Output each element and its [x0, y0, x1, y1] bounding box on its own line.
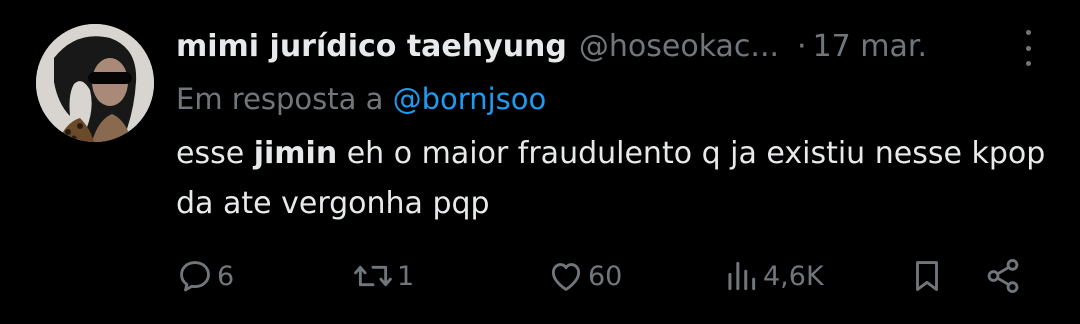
retweet-button[interactable]: 1	[352, 256, 414, 296]
reply-count: 6	[217, 260, 235, 292]
tweet-text-bold: jimin	[253, 136, 338, 171]
like-count: 60	[588, 260, 623, 292]
separator: ·	[797, 28, 807, 64]
like-icon	[551, 263, 581, 291]
views-button[interactable]: 4,6K	[722, 256, 824, 296]
tweet-date[interactable]: 17 mar.	[813, 29, 927, 64]
bookmark-icon	[916, 261, 938, 291]
reply-icon	[180, 261, 210, 292]
reply-prefix: Em resposta a	[176, 82, 384, 116]
share-button[interactable]	[984, 256, 1022, 296]
views-icon	[728, 261, 756, 291]
bookmark-button[interactable]	[908, 256, 946, 296]
tweet: mimi jurídico taehyung @hoseokac... · 17…	[176, 22, 1056, 229]
views-count: 4,6K	[763, 260, 824, 292]
tweet-text: esse jimin eh o maior fraudulento q ja e…	[176, 129, 1056, 229]
display-name[interactable]: mimi jurídico taehyung	[176, 29, 567, 64]
avatar-image	[36, 24, 154, 142]
like-button[interactable]: 60	[547, 256, 622, 296]
retweet-icon	[354, 265, 392, 287]
reply-to-link[interactable]: @bornjsoo	[393, 82, 547, 116]
reply-context: Em resposta a @bornjsoo	[176, 77, 1056, 121]
user-handle[interactable]: @hoseokac...	[579, 29, 779, 64]
avatar[interactable]	[36, 24, 154, 142]
reply-button[interactable]: 6	[176, 256, 234, 296]
retweet-count: 1	[397, 260, 415, 292]
tweet-header: mimi jurídico taehyung @hoseokac... · 17…	[176, 22, 1056, 70]
more-icon[interactable]	[1018, 30, 1038, 66]
tweet-text-start: esse	[176, 136, 254, 171]
share-icon	[987, 259, 1019, 293]
